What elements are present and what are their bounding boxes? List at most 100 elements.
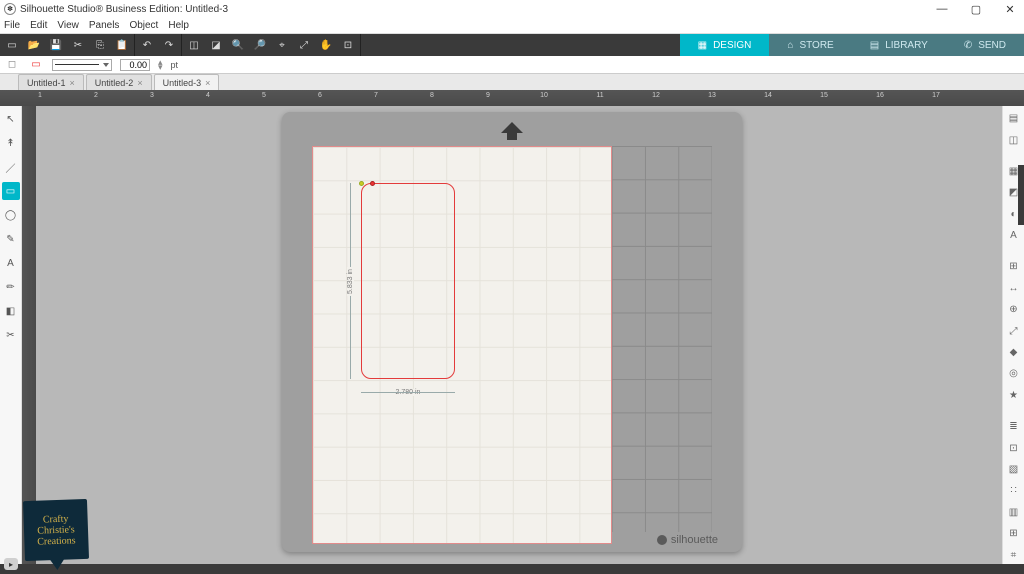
dimension-horizontal: 2.780 in [361, 385, 455, 399]
rotation-handle[interactable] [359, 181, 364, 186]
line-tool[interactable]: ／ [2, 158, 20, 176]
offset-icon[interactable]: ◎ [1005, 365, 1023, 382]
modify-icon[interactable]: ◆ [1005, 344, 1023, 361]
redo-icon[interactable]: ↷ [161, 37, 177, 53]
window-titlebar: ✽ Silhouette Studio® Business Edition: U… [0, 0, 1024, 18]
knife-tool[interactable]: ✂ [2, 326, 20, 344]
open-file-icon[interactable]: 📂 [26, 37, 42, 53]
ruler-tick-label: 3 [150, 92, 154, 99]
close-icon[interactable]: × [137, 78, 142, 88]
ellipse-tool[interactable]: ◯ [2, 206, 20, 224]
page-setup-icon[interactable]: ▤ [1005, 110, 1023, 127]
freehand-tool[interactable]: ✎ [2, 230, 20, 248]
edit-points-tool[interactable]: ↟ [2, 134, 20, 152]
stroke-weight-input[interactable] [120, 59, 150, 71]
media-page: 5.833 in 2.780 in [312, 146, 612, 544]
close-icon[interactable]: × [70, 78, 75, 88]
menu-bar: File Edit View Panels Object Help [0, 18, 1024, 34]
menu-object[interactable]: Object [129, 20, 158, 31]
tiling-icon[interactable]: ⊞ [1005, 525, 1023, 542]
mat-brand-label: silhouette [657, 534, 718, 546]
left-tool-palette: ↖ ↟ ／ ▭ ◯ ✎ A ✏ ◧ ✂ [0, 106, 22, 564]
menu-edit[interactable]: Edit [30, 20, 47, 31]
ruler-tick-label: 5 [262, 92, 266, 99]
ruler-tick-label: 7 [374, 92, 378, 99]
transform-icon[interactable]: ↔ [1005, 280, 1023, 297]
close-icon[interactable]: × [205, 78, 210, 88]
scale-icon[interactable]: ⤢ [1005, 322, 1023, 339]
doc-tab-1[interactable]: Untitled-1× [18, 74, 84, 90]
emboss-icon[interactable]: ▧ [1005, 461, 1023, 478]
doc-tab-2-label: Untitled-2 [95, 78, 134, 88]
text-tool[interactable]: A [2, 254, 20, 272]
cut-icon[interactable]: ✂ [70, 37, 86, 53]
ruler-tick-label: 13 [708, 92, 716, 99]
ruler-tick-label: 9 [486, 92, 490, 99]
line-color-swatch[interactable]: ▭ [28, 57, 44, 73]
rectangle-tool[interactable]: ▭ [2, 182, 20, 200]
copy-icon[interactable]: ⎘ [92, 37, 108, 53]
stipple-icon[interactable]: ∷ [1005, 482, 1023, 499]
zoom-in-icon[interactable]: 🔍 [230, 37, 246, 53]
panel-expand-button[interactable]: ▸ [4, 558, 18, 570]
menu-file[interactable]: File [4, 20, 20, 31]
eraser-tool[interactable]: ◧ [2, 302, 20, 320]
draw-note-tool[interactable]: ✏ [2, 278, 20, 296]
design-icon: ▦ [698, 40, 707, 51]
window-minimize-button[interactable]: — [932, 3, 952, 16]
nav-design[interactable]: ▦DESIGN [680, 34, 770, 56]
zoom-out-icon[interactable]: 🔎 [252, 37, 268, 53]
trace-icon[interactable]: ★ [1005, 387, 1023, 404]
stepper-down-icon[interactable]: ▾ [158, 65, 163, 70]
select-tool[interactable]: ↖ [2, 110, 20, 128]
mat-grid: 5.833 in 2.780 in [312, 146, 712, 532]
canvas-area[interactable]: 5.833 in 2.780 in silhouette [22, 106, 1002, 564]
weed-icon[interactable]: ⌗ [1005, 546, 1023, 563]
library-icon: ▤ [870, 40, 879, 51]
zoom-selection-icon[interactable]: ⌖ [274, 37, 290, 53]
menu-help[interactable]: Help [168, 20, 189, 31]
pixscan-icon[interactable]: ◫ [1005, 131, 1023, 148]
dimension-height-label: 5.833 in [347, 267, 354, 296]
doc-tab-2[interactable]: Untitled-2× [86, 74, 152, 90]
corner-radius-handle[interactable] [370, 181, 375, 186]
fit-page-icon[interactable]: ⊡ [340, 37, 356, 53]
window-title: Silhouette Studio® Business Edition: Unt… [20, 4, 932, 15]
document-tab-strip: Untitled-1× Untitled-2× Untitled-3× [0, 74, 1024, 90]
context-toolbar: ◻ ▭ ▴▾ pt [0, 56, 1024, 74]
text-style-icon[interactable]: A [1005, 227, 1023, 244]
corner-style-icon[interactable]: ◻ [4, 57, 20, 73]
media-layout-icon[interactable]: ▥ [1005, 504, 1023, 521]
ruler-tick-label: 2 [94, 92, 98, 99]
drag-zoom-icon[interactable]: ⤢ [296, 37, 312, 53]
nav-store[interactable]: ⌂STORE [769, 34, 851, 56]
line-style-dropdown[interactable] [52, 59, 112, 71]
undo-icon[interactable]: ↶ [139, 37, 155, 53]
ruler-horizontal: 1234567891011121314151617 [0, 90, 1024, 106]
menu-view[interactable]: View [57, 20, 79, 31]
panel-scroll-thumb[interactable] [1018, 165, 1024, 225]
watermark-text: Crafty Christie's Creations [27, 513, 84, 548]
new-file-icon[interactable]: ▭ [4, 37, 20, 53]
window-close-button[interactable]: ✕ [1000, 3, 1020, 16]
nav-library[interactable]: ▤LIBRARY [852, 34, 946, 56]
pan-icon[interactable]: ✋ [318, 37, 334, 53]
window-maximize-button[interactable]: ▢ [966, 3, 986, 16]
menu-panels[interactable]: Panels [89, 20, 120, 31]
app-logo-icon: ✽ [4, 3, 16, 15]
rounded-rectangle-shape[interactable] [361, 183, 455, 379]
save-icon[interactable]: 💾 [48, 37, 64, 53]
dimension-vertical: 5.833 in [343, 183, 357, 379]
paste-icon[interactable]: 📋 [114, 37, 130, 53]
nav-send[interactable]: ✆SEND [946, 34, 1024, 56]
ruler-tick-label: 15 [820, 92, 828, 99]
main-toolbar: ▭ 📂 💾 ✂ ⎘ 📋 ↶ ↷ ◫ ◪ 🔍 🔎 ⌖ ⤢ ✋ ⊡ ▦DESIGN … [0, 34, 1024, 56]
image-effects-icon[interactable]: ⊞ [1005, 258, 1023, 275]
brand-text: silhouette [671, 534, 718, 546]
replicate-icon[interactable]: ⊕ [1005, 301, 1023, 318]
layers-icon[interactable]: ≣ [1005, 418, 1023, 435]
select-all-icon[interactable]: ◫ [186, 37, 202, 53]
deselect-icon[interactable]: ◪ [208, 37, 224, 53]
nesting-icon[interactable]: ⊡ [1005, 439, 1023, 456]
doc-tab-3[interactable]: Untitled-3× [154, 74, 220, 90]
